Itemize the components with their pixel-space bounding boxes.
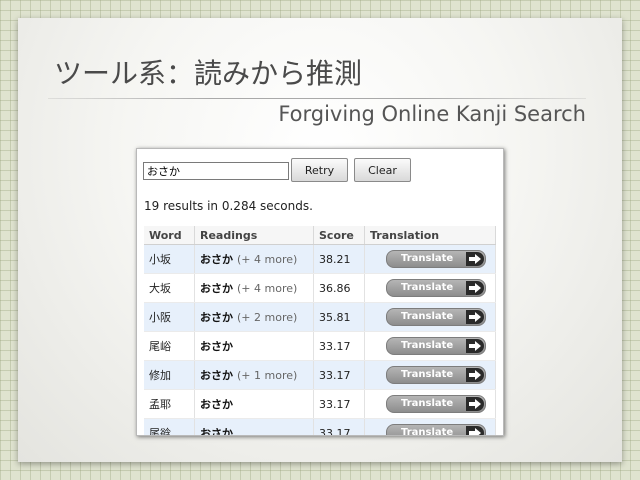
translate-label: Translate (401, 369, 454, 380)
table-row: 孟耶 おさか 33.17 Translate (144, 389, 496, 419)
score-cell: 33.17 (313, 418, 365, 435)
reading-cell: おさか (+ 4 more) (194, 273, 314, 303)
kanji-search-app: Retry Clear 19 results in 0.284 seconds.… (136, 148, 504, 436)
arrow-right-icon (466, 339, 484, 353)
arrow-right-icon (466, 281, 484, 295)
reading-text: おさか (200, 369, 233, 382)
translation-cell: Translate (364, 360, 496, 390)
results-body: 小坂 おさか (+ 4 more) 38.21 Translate 大坂 おさか (… (144, 244, 496, 436)
translation-cell: Translate (364, 389, 496, 419)
translate-button[interactable]: Translate (386, 395, 486, 413)
table-row: 尾谽 おさか 33.17 Translate (144, 418, 496, 436)
reading-text: おさか (200, 340, 233, 353)
translation-cell: Translate (364, 244, 496, 274)
title-divider (48, 98, 586, 99)
word-cell: 小坂 (144, 244, 195, 274)
score-cell: 33.17 (313, 389, 365, 419)
translate-label: Translate (401, 398, 454, 409)
translate-button[interactable]: Translate (386, 308, 486, 326)
table-row: 小阪 おさか (+ 2 more) 35.81 Translate (144, 302, 496, 332)
more-readings-link[interactable]: (+ 1 more) (237, 369, 297, 382)
reading-cell: おさか (+ 1 more) (194, 360, 314, 390)
translate-label: Translate (401, 282, 454, 293)
table-row: 小坂 おさか (+ 4 more) 38.21 Translate (144, 244, 496, 274)
slide-subtitle: Forgiving Online Kanji Search (278, 102, 586, 126)
translation-cell: Translate (364, 273, 496, 303)
column-header-score: Score (313, 226, 365, 245)
translation-cell: Translate (364, 302, 496, 332)
retry-button[interactable]: Retry (291, 158, 348, 182)
translate-button[interactable]: Translate (386, 424, 486, 436)
slide-background: ツール系：読みから推測 Forgiving Online Kanji Searc… (18, 18, 622, 462)
translation-cell: Translate (364, 418, 496, 436)
word-cell: 大坂 (144, 273, 195, 303)
reading-text: おさか (200, 253, 233, 266)
column-header-readings: Readings (194, 226, 314, 245)
reading-cell: おさか (194, 331, 314, 361)
score-cell: 33.17 (313, 331, 365, 361)
arrow-right-icon (466, 397, 484, 411)
more-readings-link[interactable]: (+ 4 more) (237, 282, 297, 295)
search-input[interactable] (143, 162, 289, 180)
translate-button[interactable]: Translate (386, 337, 486, 355)
table-row: 大坂 おさか (+ 4 more) 36.86 Translate (144, 273, 496, 303)
score-cell: 36.86 (313, 273, 365, 303)
slide-title: ツール系：読みから推測 (54, 57, 363, 90)
results-table: Word Readings Score Translation 小坂 おさか (+… (144, 226, 496, 436)
arrow-right-icon (466, 310, 484, 324)
translate-label: Translate (401, 253, 454, 264)
translate-label: Translate (401, 311, 454, 322)
translate-button[interactable]: Translate (386, 250, 486, 268)
column-header-word: Word (144, 226, 195, 245)
table-header-row: Word Readings Score Translation (144, 226, 496, 245)
translate-button[interactable]: Translate (386, 366, 486, 384)
table-row: 尾峪 おさか 33.17 Translate (144, 331, 496, 361)
reading-cell: おさか (194, 389, 314, 419)
translate-label: Translate (401, 340, 454, 351)
score-cell: 38.21 (313, 244, 365, 274)
score-cell: 33.17 (313, 360, 365, 390)
score-cell: 35.81 (313, 302, 365, 332)
reading-text: おさか (200, 282, 233, 295)
word-cell: 孟耶 (144, 389, 195, 419)
more-readings-link[interactable]: (+ 4 more) (237, 253, 297, 266)
more-readings-link[interactable]: (+ 2 more) (237, 311, 297, 324)
arrow-right-icon (466, 426, 484, 435)
clear-button[interactable]: Clear (354, 158, 411, 182)
table-row: 修加 おさか (+ 1 more) 33.17 Translate (144, 360, 496, 390)
reading-text: おさか (200, 398, 233, 411)
word-cell: 尾谽 (144, 418, 195, 435)
reading-cell: おさか (+ 4 more) (194, 244, 314, 274)
reading-cell: おさか (+ 2 more) (194, 302, 314, 332)
translate-label: Translate (401, 427, 454, 436)
word-cell: 小阪 (144, 302, 195, 332)
result-summary: 19 results in 0.284 seconds. (144, 199, 313, 213)
arrow-right-icon (466, 252, 484, 266)
reading-text: おさか (200, 311, 233, 324)
translate-button[interactable]: Translate (386, 279, 486, 297)
translation-cell: Translate (364, 331, 496, 361)
word-cell: 尾峪 (144, 331, 195, 361)
reading-cell: おさか (194, 418, 314, 436)
reading-text: おさか (200, 427, 233, 436)
column-header-translation: Translation (364, 226, 496, 245)
arrow-right-icon (466, 368, 484, 382)
word-cell: 修加 (144, 360, 195, 390)
